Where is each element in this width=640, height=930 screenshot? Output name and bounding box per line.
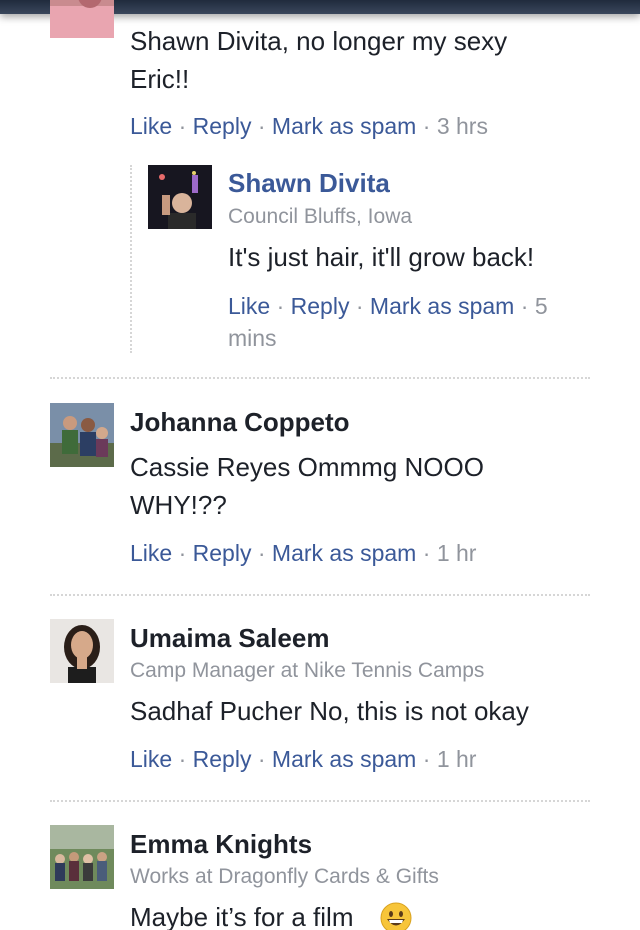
timestamp: 1 hr	[436, 746, 477, 772]
mark-as-spam-link[interactable]: Mark as spam	[370, 293, 514, 319]
timestamp: 3 hrs	[436, 113, 488, 139]
comment-text: Maybe it’s for a film	[130, 902, 354, 930]
reply-link[interactable]: Reply	[193, 746, 252, 772]
comment-actions: Like · Reply · Mark as spam · 1 hr	[130, 540, 477, 566]
like-link[interactable]: Like	[130, 540, 172, 566]
comment-text: Cassie Reyes Ommmg NOOO WHY!??	[130, 452, 484, 520]
commenter-name[interactable]: Umaima Saleem	[130, 623, 329, 654]
avatar[interactable]	[50, 619, 114, 683]
timestamp: 1 hr	[436, 540, 477, 566]
commenter-location: Council Bluffs, Iowa	[228, 205, 413, 228]
comment-divider	[50, 594, 590, 596]
mark-as-spam-link[interactable]: Mark as spam	[272, 540, 416, 566]
avatar[interactable]	[50, 825, 114, 889]
like-link[interactable]: Like	[228, 293, 270, 319]
like-link[interactable]: Like	[130, 746, 172, 772]
avatar[interactable]	[148, 165, 212, 229]
comment-actions: Like · Reply · Mark as spam · 5 mins	[228, 293, 548, 351]
mark-as-spam-link[interactable]: Mark as spam	[272, 113, 416, 139]
comment-text: Sadhaf Pucher No, this is not okay	[130, 696, 529, 726]
comment-actions: Like · Reply · Mark as spam · 3 hrs	[130, 113, 488, 139]
comment-divider	[50, 377, 590, 379]
like-link[interactable]: Like	[130, 113, 172, 139]
comment-text: Shawn Divita, no longer my sexy Eric!!	[130, 26, 508, 94]
reply-link[interactable]: Reply	[193, 540, 252, 566]
commenter-job: Camp Manager at Nike Tennis Camps	[130, 659, 485, 682]
commenter-job: Works at Dragonfly Cards & Gifts	[130, 865, 439, 888]
commenter-name[interactable]: Emma Knights	[130, 829, 312, 860]
comment-divider	[50, 800, 590, 802]
avatar[interactable]	[50, 403, 114, 467]
reply-link[interactable]: Reply	[193, 113, 252, 139]
commenter-name[interactable]: Shawn Divita	[228, 168, 390, 199]
reply-thread-line	[130, 165, 132, 353]
commenter-name[interactable]: Johanna Coppeto	[130, 407, 350, 438]
reply-link[interactable]: Reply	[291, 293, 350, 319]
mark-as-spam-link[interactable]: Mark as spam	[272, 746, 416, 772]
comment-text: It's just hair, it'll grow back!	[228, 242, 535, 272]
grinning-face-emoji	[380, 902, 412, 930]
comment-actions: Like · Reply · Mark as spam · 1 hr	[130, 746, 477, 772]
avatar[interactable]	[50, 0, 114, 38]
